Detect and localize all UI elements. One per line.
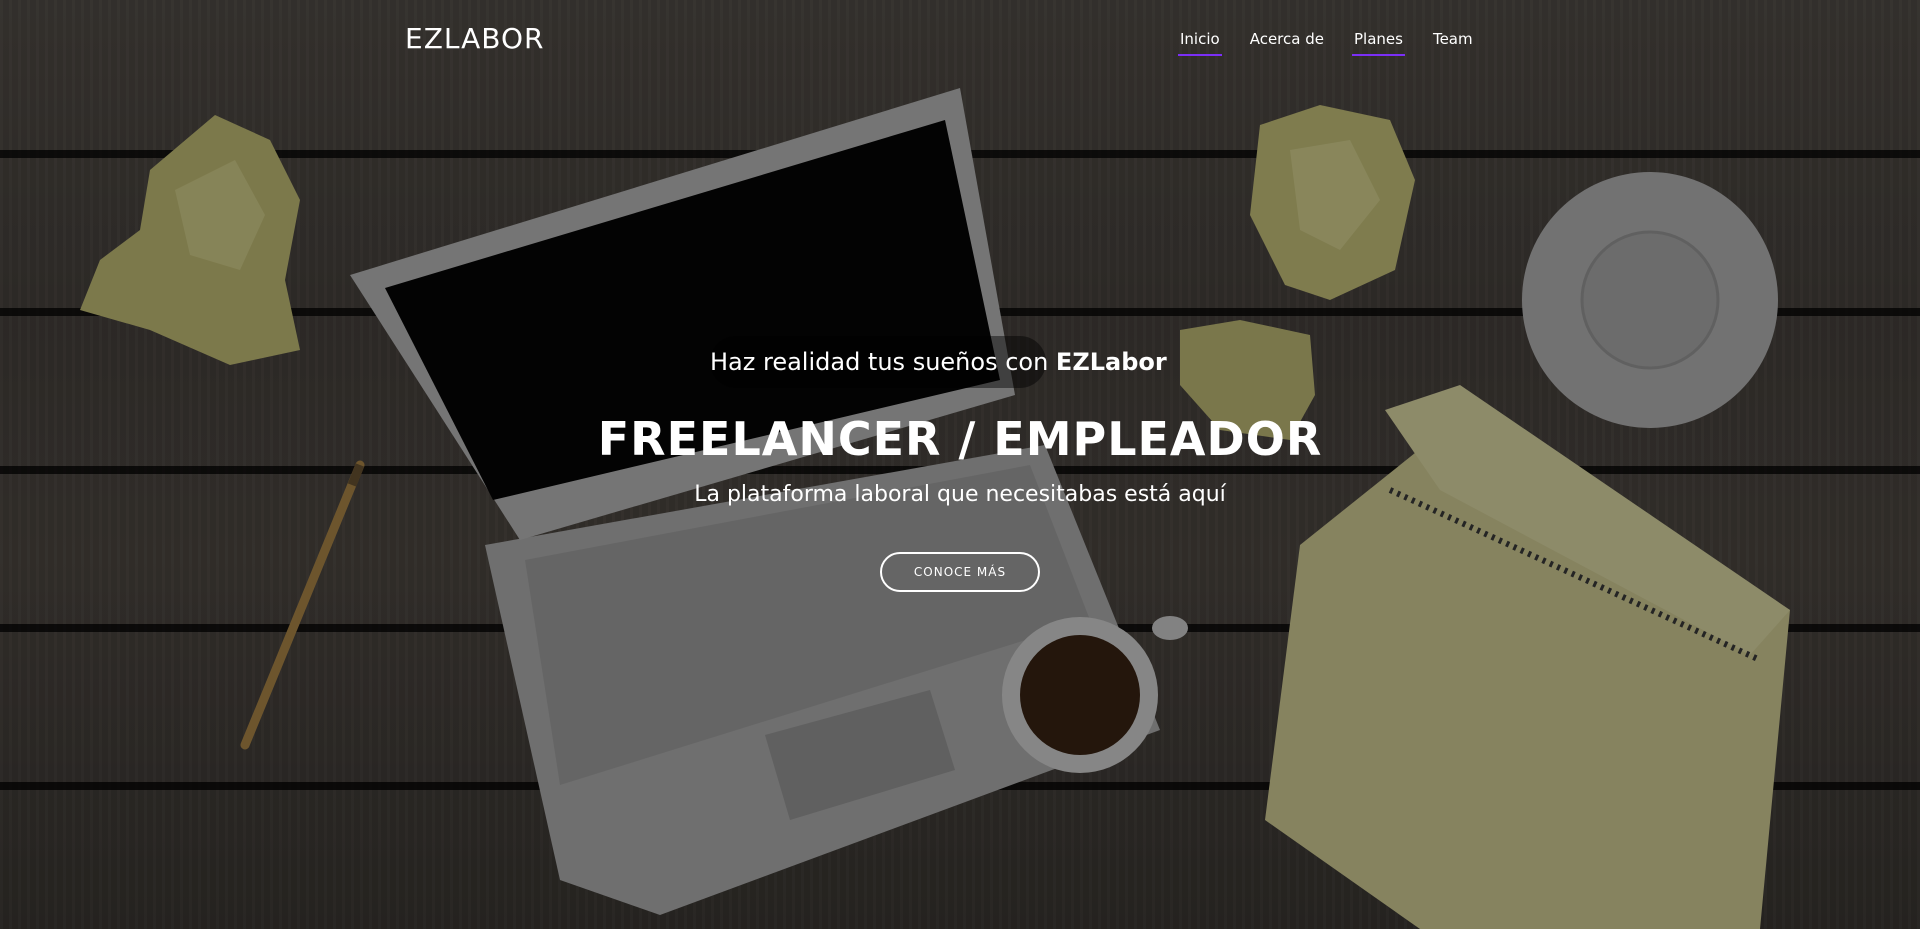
hero-tagline: Haz realidad tus sueños con EZLabor <box>710 336 1167 388</box>
hero-section: Haz realidad tus sueños con EZLabor FREE… <box>0 0 1920 929</box>
hero-tagline-brand: EZLabor <box>1055 348 1167 376</box>
hero-subtitle: La plataforma laboral que necesitabas es… <box>694 482 1226 507</box>
hero-tagline-text: Haz realidad tus sueños con <box>710 348 1056 376</box>
hero-title: FREELANCER / EMPLEADOR <box>597 412 1323 466</box>
learn-more-button[interactable]: CONOCE MÁS <box>880 552 1040 592</box>
